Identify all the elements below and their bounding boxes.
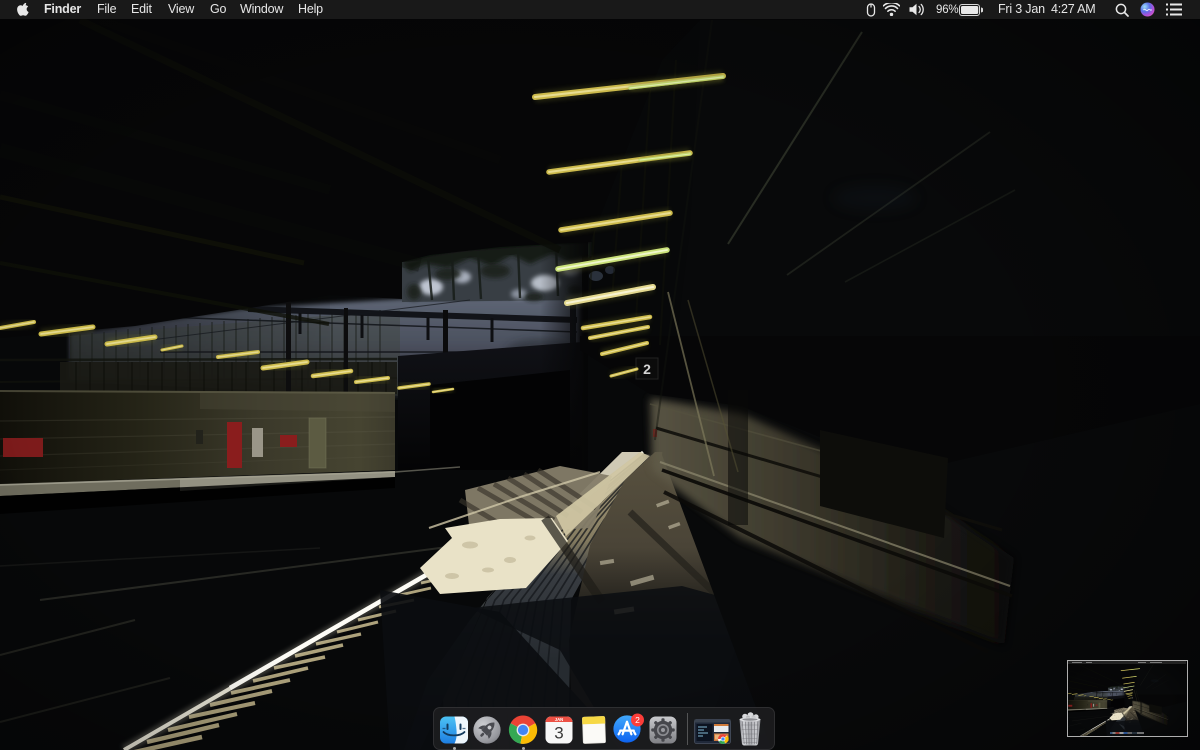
svg-text:3: 3: [554, 724, 563, 743]
svg-text:2: 2: [635, 715, 640, 725]
svg-text:JAN: JAN: [555, 717, 563, 722]
